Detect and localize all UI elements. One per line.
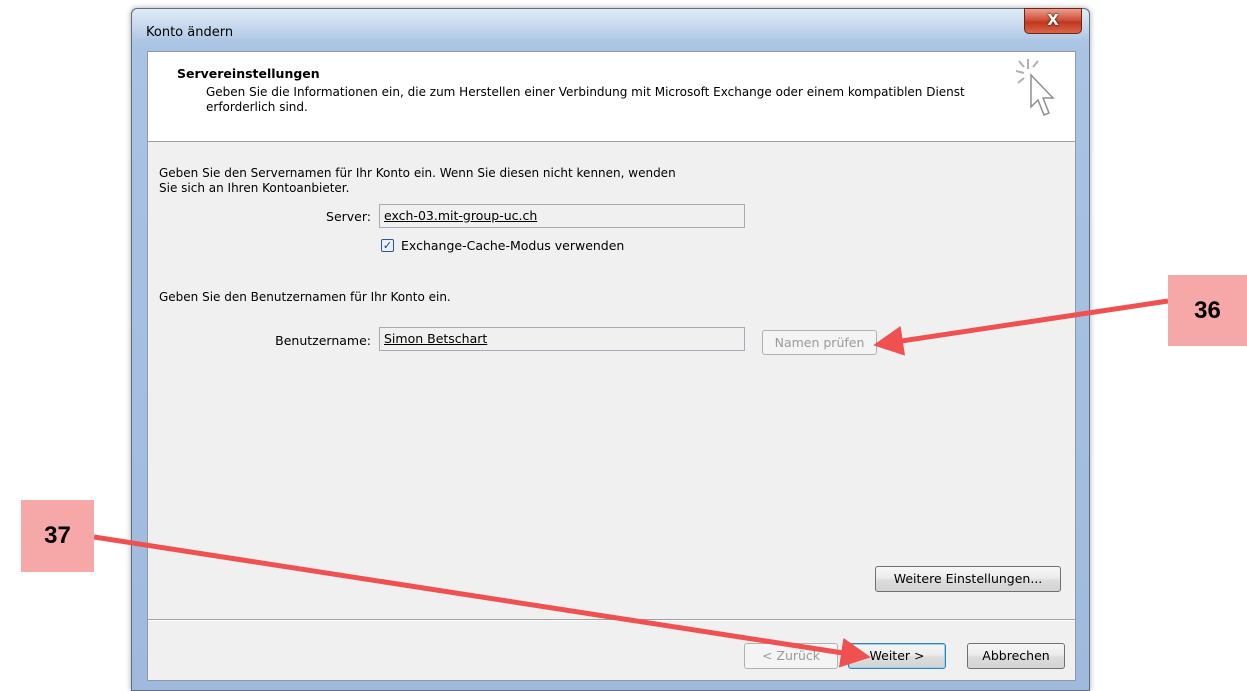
callout-37: 37 (21, 500, 94, 572)
arrow-37 (93, 534, 871, 668)
callout-36: 36 (1168, 275, 1247, 346)
annotation-arrows (93, 298, 1169, 668)
arrow-36 (873, 298, 1169, 356)
